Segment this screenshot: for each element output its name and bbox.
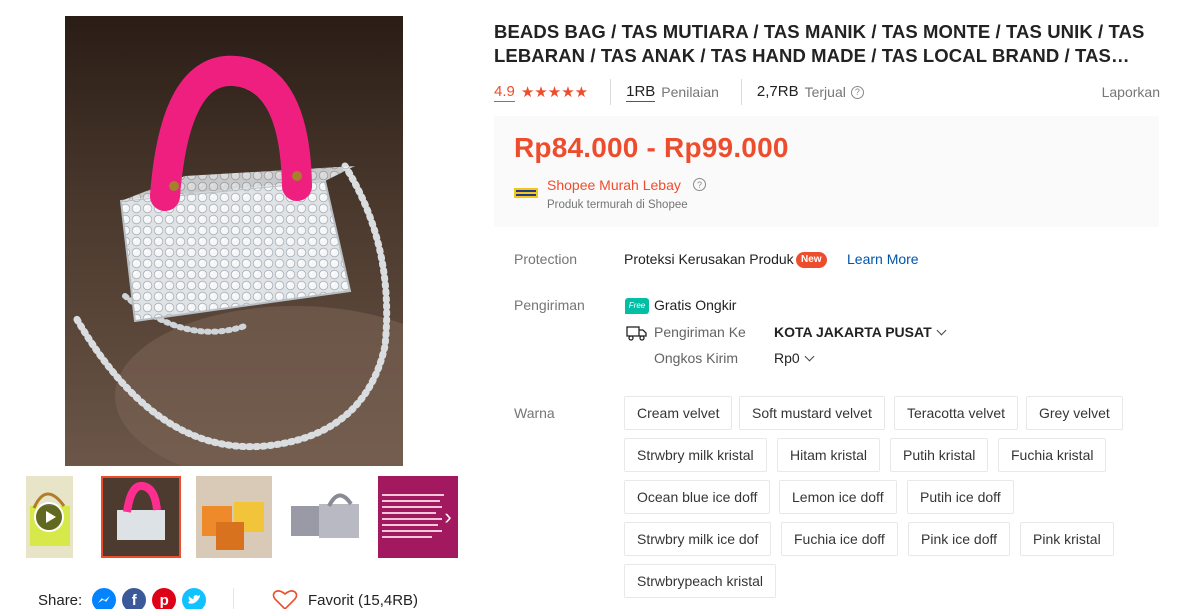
variation-option[interactable]: Fuchia kristal — [998, 438, 1107, 472]
protection-text: Proteksi Kerusakan Produk — [624, 251, 794, 267]
variation-option[interactable]: Soft mustard velvet — [739, 396, 885, 430]
thumbnail-3[interactable] — [196, 476, 272, 558]
report-link[interactable]: Laporkan — [1102, 84, 1160, 100]
thumbnail-4[interactable] — [285, 476, 365, 558]
learn-more-link[interactable]: Learn More — [847, 251, 919, 267]
variation-option[interactable]: Pink kristal — [1020, 522, 1114, 556]
shop-badge-label[interactable]: Shopee Murah Lebay — [547, 177, 681, 193]
variation-option[interactable]: Teracotta velvet — [894, 396, 1019, 430]
variation-option[interactable]: Putih kristal — [890, 438, 989, 472]
share-favorite-divider — [233, 588, 234, 609]
messenger-icon[interactable] — [92, 588, 117, 609]
truck-icon — [626, 326, 647, 341]
share-row: Share: f p — [38, 588, 207, 609]
variation-option[interactable]: Hitam kristal — [777, 438, 881, 472]
reviews-label: Penilaian — [661, 84, 719, 100]
variation-option[interactable]: Cream velvet — [624, 396, 733, 430]
thumbnail-video[interactable] — [26, 476, 73, 558]
help-icon[interactable]: ? — [693, 178, 706, 191]
rating-stars-icon: ★★★★★ — [520, 84, 589, 101]
variation-option[interactable]: Fuchia ice doff — [781, 522, 898, 556]
main-product-image[interactable] — [65, 16, 403, 466]
variation-option[interactable]: Strwbry milk ice dof — [624, 522, 772, 556]
variation-option[interactable]: Pink ice doff — [908, 522, 1011, 556]
shipping-to-label: Pengiriman Ke — [654, 324, 746, 340]
share-label: Share: — [38, 591, 83, 609]
variation-option[interactable]: Ocean blue ice doff — [624, 480, 771, 514]
free-shipping-icon: Free — [625, 298, 649, 314]
new-badge: New — [796, 252, 827, 268]
variation-option[interactable]: Strwbrypeach kristal — [624, 564, 777, 598]
stats-divider — [610, 79, 612, 105]
shipping-destination-select[interactable]: KOTA JAKARTA PUSAT — [774, 324, 947, 340]
shipping-cost-label: Ongkos Kirim — [654, 350, 739, 366]
product-stats: 4.9 ★★★★★ 1RB Penilaian 2,7RB Terjual ? … — [494, 79, 1160, 105]
facebook-icon[interactable]: f — [122, 588, 147, 609]
shipping-cost-value: Rp0 — [774, 350, 800, 366]
sold-count: 2,7RB — [756, 83, 799, 100]
variation-option[interactable]: Strwbry milk kristal — [624, 438, 767, 472]
shop-badge-icon — [514, 188, 538, 198]
shop-badge-subtitle: Produk termurah di Shopee — [547, 199, 688, 211]
thumbnail-3-image — [196, 476, 272, 558]
variation-label: Warna — [514, 405, 555, 421]
variation-option[interactable]: Putih ice doff — [907, 480, 1014, 514]
next-arrow-icon[interactable]: › — [438, 502, 458, 532]
protection-label: Protection — [514, 251, 578, 267]
heart-icon — [272, 590, 298, 609]
thumbnail-strip: › — [26, 476, 458, 558]
shipping-cost-select[interactable]: Rp0 — [774, 350, 815, 366]
help-icon[interactable]: ? — [850, 85, 864, 99]
favorite-button[interactable]: Favorit (15,4RB) — [272, 588, 418, 609]
price-section: Rp84.000 - Rp99.000 Shopee Murah Lebay ?… — [494, 116, 1159, 227]
shipping-destination-value: KOTA JAKARTA PUSAT — [774, 324, 932, 340]
thumbnail-4-image — [285, 476, 365, 558]
product-title: BEADS BAG / TAS MUTIARA / TAS MANIK / TA… — [494, 21, 1145, 66]
pinterest-icon[interactable]: p — [152, 588, 177, 609]
thumbnail-2-image — [101, 476, 181, 558]
reviews-count[interactable]: 1RB — [626, 83, 656, 102]
shipping-label: Pengiriman — [514, 297, 585, 313]
free-shipping-text: Gratis Ongkir — [654, 297, 737, 313]
chevron-down-icon — [804, 351, 815, 362]
chevron-down-icon — [936, 325, 947, 336]
variation-option[interactable]: Lemon ice doff — [779, 480, 897, 514]
thumbnail-5[interactable]: › — [378, 476, 458, 558]
favorite-label: Favorit (15,4RB) — [308, 591, 419, 609]
sold-label: Terjual — [804, 84, 846, 100]
product-photo — [65, 16, 403, 466]
thumbnail-2[interactable] — [101, 476, 181, 558]
twitter-icon[interactable] — [182, 588, 207, 609]
stats-divider — [740, 79, 742, 105]
play-icon — [34, 502, 64, 532]
rating-value[interactable]: 4.9 — [494, 83, 515, 102]
price-range: Rp84.000 - Rp99.000 — [514, 132, 789, 163]
variation-option[interactable]: Grey velvet — [1026, 396, 1123, 430]
